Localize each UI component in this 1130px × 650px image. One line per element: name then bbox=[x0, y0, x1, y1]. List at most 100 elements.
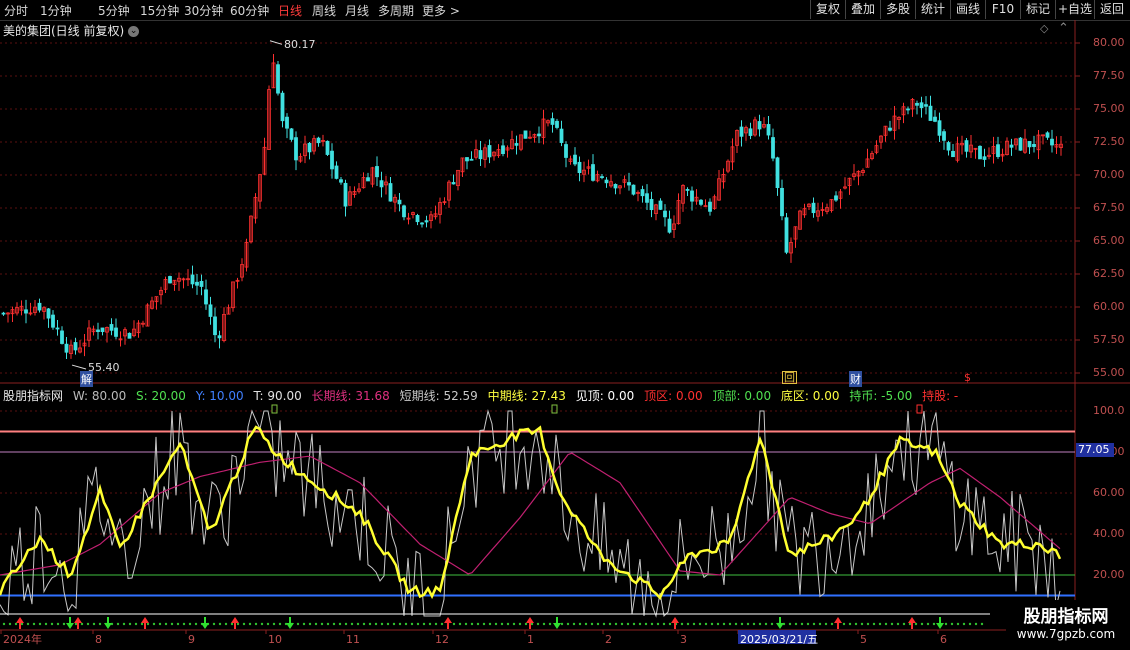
candle-body bbox=[109, 324, 114, 331]
signal-dot bbox=[734, 622, 738, 626]
signal-dot bbox=[686, 622, 690, 626]
candle-body bbox=[964, 140, 969, 152]
sell-arrow bbox=[104, 617, 112, 629]
date-label: 2024年 bbox=[3, 632, 42, 646]
signal-dot bbox=[50, 622, 54, 626]
w-value: W: 80.00 bbox=[72, 389, 127, 403]
buyback-event-marker[interactable]: 回 bbox=[782, 371, 797, 384]
signal-dot bbox=[884, 622, 888, 626]
unlock-event-marker[interactable]: 解 bbox=[80, 371, 93, 387]
signal-dot bbox=[638, 622, 642, 626]
candle-body bbox=[294, 137, 298, 161]
date-label: 2 bbox=[605, 633, 612, 646]
candle-body bbox=[343, 182, 348, 207]
buy-arrow bbox=[141, 617, 149, 629]
signal-dot bbox=[62, 622, 66, 626]
signal-dot bbox=[122, 622, 126, 626]
signal-dot bbox=[680, 622, 684, 626]
signal-dot bbox=[14, 622, 18, 626]
signal-dot bbox=[140, 622, 144, 626]
signal-dot bbox=[194, 622, 198, 626]
brand-watermark: 股朋指标网 www.7gpzb.com bbox=[1006, 600, 1126, 644]
indicator-values-row: 股朋指标网 W: 80.00 S: 20.00 Y: 10.00 T: 90.0… bbox=[3, 387, 964, 404]
signal-dot bbox=[74, 622, 78, 626]
signal-dot bbox=[896, 622, 900, 626]
signal-dot bbox=[722, 622, 726, 626]
candle-body bbox=[366, 177, 370, 182]
signal-dot bbox=[596, 622, 600, 626]
candle-body bbox=[982, 156, 987, 160]
signal-dot bbox=[692, 622, 696, 626]
signal-dot bbox=[422, 622, 426, 626]
candle-body bbox=[199, 280, 204, 287]
signal-dot bbox=[2, 622, 6, 626]
date-label: 6 bbox=[940, 633, 947, 646]
candle-body bbox=[559, 128, 564, 143]
signal-dot bbox=[758, 622, 762, 626]
candle-body bbox=[307, 142, 312, 153]
signal-dot bbox=[254, 622, 258, 626]
dividend-event-marker[interactable]: $ bbox=[964, 371, 971, 384]
signal-dot bbox=[560, 622, 564, 626]
indicator-lines bbox=[0, 409, 1062, 618]
signal-dot bbox=[944, 622, 948, 626]
signal-dot bbox=[218, 622, 222, 626]
signal-dot bbox=[308, 622, 312, 626]
candle-body bbox=[937, 120, 942, 136]
signal-dot bbox=[32, 622, 36, 626]
signal-dot bbox=[602, 622, 606, 626]
indicator-name[interactable]: 股朋指标网 bbox=[3, 389, 63, 403]
candle-body bbox=[685, 189, 690, 191]
signal-dot bbox=[974, 622, 978, 626]
sell-arrow bbox=[936, 617, 944, 629]
signal-dot bbox=[506, 622, 510, 626]
candle-body bbox=[663, 210, 667, 218]
candle-body bbox=[217, 335, 222, 339]
signal-dot bbox=[800, 622, 804, 626]
signal-dot bbox=[626, 622, 630, 626]
ind-tick-label: 60.00 bbox=[1093, 486, 1125, 499]
signal-dot bbox=[392, 622, 396, 626]
signal-dot bbox=[86, 622, 90, 626]
signal-dot bbox=[464, 622, 468, 626]
ind-tick-label: 20.00 bbox=[1093, 568, 1125, 581]
signal-dot bbox=[470, 622, 474, 626]
s-value: S: 20.00 bbox=[136, 389, 186, 403]
signal-dot bbox=[338, 622, 342, 626]
candle-body bbox=[37, 302, 42, 311]
candle-body bbox=[978, 145, 982, 160]
candle-body bbox=[415, 215, 420, 223]
candle-body bbox=[168, 276, 172, 284]
signal-dot bbox=[302, 622, 306, 626]
top-part-value: 顶部: 0.00 bbox=[712, 389, 772, 403]
high-price-label: 80.17 bbox=[284, 38, 316, 51]
signal-dot bbox=[716, 622, 720, 626]
candle-body bbox=[811, 202, 816, 214]
date-label: 1 bbox=[527, 633, 534, 646]
signal-dot bbox=[536, 622, 540, 626]
signal-dot bbox=[518, 622, 522, 626]
signal-dot bbox=[188, 622, 192, 626]
date-label: 11 bbox=[346, 633, 360, 646]
ind-tick-label: 100.0 bbox=[1093, 404, 1125, 417]
financial-event-marker[interactable]: 财 bbox=[849, 371, 862, 387]
signal-dot bbox=[170, 622, 174, 626]
signal-dot bbox=[956, 622, 960, 626]
candle-body bbox=[1, 312, 6, 315]
bottom-zone-value: 底区: 0.00 bbox=[780, 389, 840, 403]
brand-name: 股朋指标网 bbox=[1023, 607, 1109, 627]
signal-dot bbox=[578, 622, 582, 626]
signal-dot bbox=[374, 622, 378, 626]
date-axis: 2024年 8 9 10 11 12 1 2 3 2025/03/21/五 5 6 bbox=[0, 629, 1075, 646]
signal-dot bbox=[608, 622, 612, 626]
signal-dot bbox=[950, 622, 954, 626]
signal-dot bbox=[398, 622, 402, 626]
signal-dot bbox=[266, 622, 270, 626]
top-signal-box bbox=[551, 404, 558, 414]
candle-body bbox=[631, 184, 636, 195]
candle-body bbox=[195, 281, 199, 286]
candle-body bbox=[915, 102, 919, 106]
candle-body bbox=[640, 189, 645, 197]
candle-body bbox=[1027, 141, 1032, 148]
candle-body bbox=[564, 144, 568, 158]
